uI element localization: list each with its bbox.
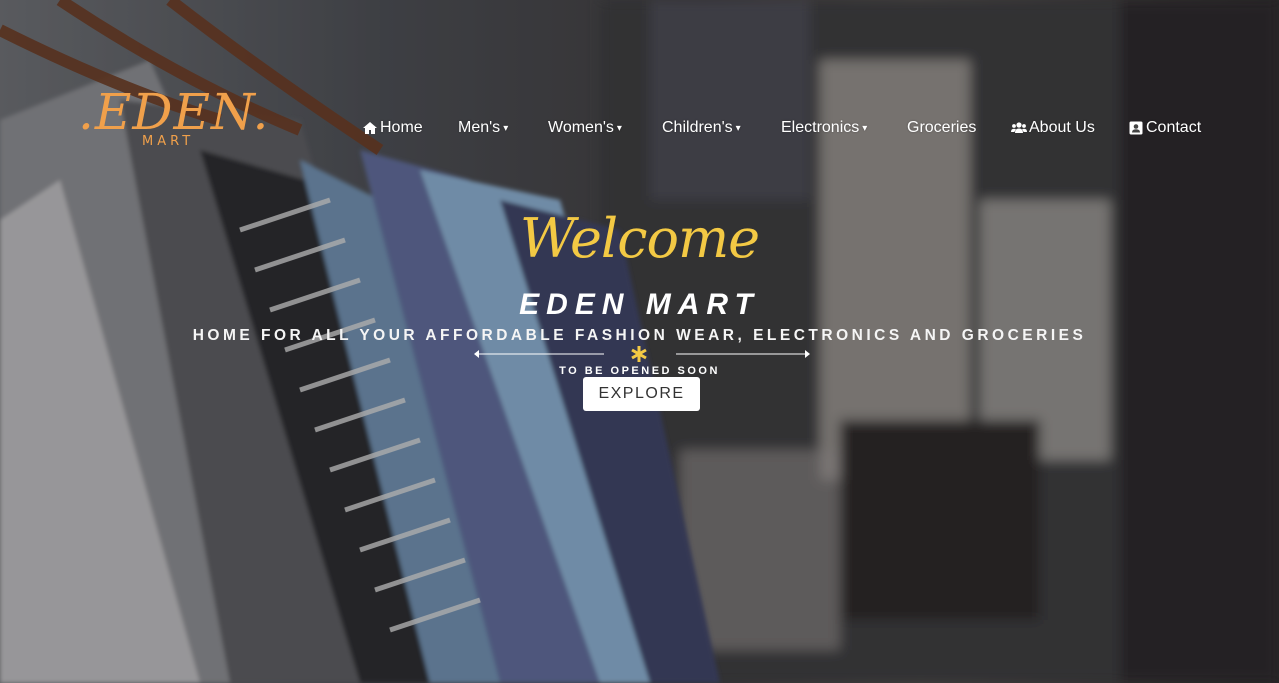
hero-welcome-heading: Welcome (519, 207, 760, 270)
asterisk-icon (631, 346, 647, 362)
nav-contact-label: Contact (1146, 119, 1202, 136)
nav-home-label: Home (380, 119, 423, 136)
contact-card-icon (1128, 120, 1144, 136)
users-icon (1011, 120, 1027, 136)
nav-contact-link[interactable]: Contact (1128, 119, 1201, 137)
nav-children-dropdown[interactable]: Children's ▾ (662, 119, 741, 137)
chevron-down-icon: ▾ (735, 122, 741, 134)
logo-sub-text: MART (142, 134, 195, 149)
hero-divider (470, 344, 812, 364)
nav-electronics-label: Electronics (781, 119, 860, 136)
home-icon (362, 120, 378, 136)
site-logo[interactable]: .EDEN. MART (78, 82, 268, 154)
nav-electronics-dropdown[interactable]: Electronics ▾ (781, 119, 867, 137)
logo-main-text: .EDEN. (78, 83, 270, 141)
chevron-down-icon: ▾ (862, 122, 868, 134)
nav-about-link[interactable]: About Us (1011, 119, 1095, 137)
nav-about-label: About Us (1029, 119, 1095, 136)
nav-groceries-label: Groceries (907, 119, 977, 136)
nav-home-link[interactable]: Home (362, 119, 423, 137)
explore-button[interactable]: EXPLORE (583, 377, 700, 411)
hero-opening-note: TO BE OPENED SOON (559, 365, 720, 377)
hero-brand-title: EDEN MART (519, 288, 760, 321)
nav-men-dropdown[interactable]: Men's ▾ (458, 119, 508, 137)
hero-tagline: HOME FOR ALL YOUR AFFORDABLE FASHION WEA… (192, 327, 1087, 344)
nav-men-label: Men's (458, 119, 501, 136)
nav-groceries-link[interactable]: Groceries (907, 119, 976, 137)
nav-children-label: Children's (662, 119, 733, 136)
nav-women-label: Women's (548, 119, 614, 136)
nav-women-dropdown[interactable]: Women's ▾ (548, 119, 622, 137)
chevron-down-icon: ▾ (616, 122, 622, 134)
chevron-down-icon: ▾ (503, 122, 509, 134)
